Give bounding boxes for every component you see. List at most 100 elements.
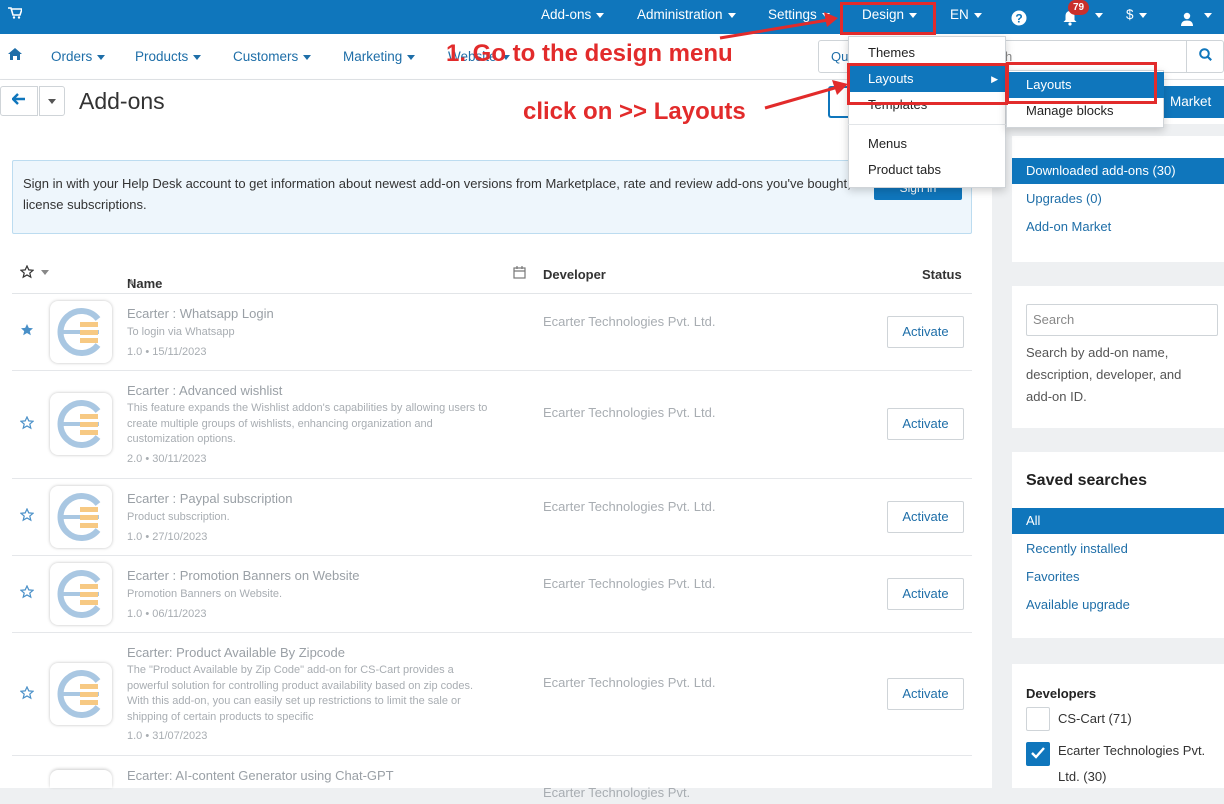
- filter-addon-market[interactable]: Add-on Market: [1012, 214, 1224, 240]
- developers-title: Developers: [1026, 686, 1097, 701]
- activate-button[interactable]: Activate: [887, 316, 964, 348]
- table-header: Name ▲ Developer Status: [12, 258, 972, 294]
- check-icon: [1031, 747, 1045, 759]
- topnav-addons[interactable]: Add-ons: [541, 0, 605, 34]
- cart-icon[interactable]: [8, 7, 24, 22]
- annotation-step1: 1. Go to the design menu: [446, 40, 733, 67]
- activate-button[interactable]: Activate: [887, 501, 964, 533]
- filter-downloaded[interactable]: Downloaded add-ons (30): [1012, 158, 1224, 184]
- toolbar-button[interactable]: [828, 86, 848, 118]
- addon-version-date: 1.0 • 31/07/2023: [127, 730, 208, 742]
- caret-down-icon[interactable]: [41, 270, 49, 275]
- topnav-currency[interactable]: $: [1126, 0, 1147, 34]
- nav-label: Orders: [51, 49, 93, 64]
- star-filled-icon[interactable]: [20, 323, 34, 341]
- sort-asc-icon: ▲: [127, 276, 136, 286]
- addon-description: The "Product Available by Zip Code" add-…: [127, 664, 474, 723]
- star-icon[interactable]: [19, 584, 35, 603]
- activate-button[interactable]: Activate: [887, 408, 964, 440]
- table-row: Ecarter : Paypal subscription Product su…: [12, 479, 972, 556]
- table-row: Ecarter : Advanced wishlist This feature…: [12, 371, 972, 479]
- activate-button[interactable]: Activate: [887, 578, 964, 610]
- search-help-text: Search by add-on name, description, deve…: [1026, 345, 1182, 404]
- addon-logo: [50, 770, 112, 788]
- calendar-icon[interactable]: [513, 266, 526, 282]
- addon-name[interactable]: Ecarter : Promotion Banners on Website: [127, 568, 359, 583]
- caret-down-icon: [596, 12, 605, 18]
- star-icon[interactable]: [19, 415, 35, 434]
- arrow-left-icon: [11, 93, 25, 105]
- topnav-administration[interactable]: Administration: [637, 0, 736, 34]
- home-icon[interactable]: [8, 48, 22, 63]
- back-button[interactable]: [0, 86, 38, 116]
- svg-text:?: ?: [1015, 12, 1022, 26]
- col-developer[interactable]: Developer: [543, 267, 606, 282]
- addon-version-date: 1.0 • 15/11/2023: [127, 346, 207, 358]
- table-row: Ecarter : Whatsapp Login To login via Wh…: [12, 294, 972, 371]
- col-status: Status: [922, 267, 962, 282]
- nav-products[interactable]: Products: [135, 49, 202, 64]
- saved-search-recent[interactable]: Recently installed: [1012, 536, 1224, 562]
- saved-search-upgrade[interactable]: Available upgrade: [1012, 592, 1224, 618]
- star-icon[interactable]: [19, 507, 35, 526]
- developer-checkbox[interactable]: [1026, 707, 1050, 731]
- menu-divider: [848, 124, 1006, 125]
- caret-down-icon: [1138, 12, 1147, 18]
- addon-developer: Ecarter Technologies Pvt. Ltd.: [543, 576, 716, 591]
- addon-logo: [50, 663, 112, 725]
- addon-version-date: 1.0 • 06/11/2023: [127, 608, 207, 620]
- topnav-settings[interactable]: Settings: [768, 0, 830, 34]
- info-notice: Sign in with your Help Desk account to g…: [12, 160, 972, 234]
- addon-name[interactable]: Ecarter : Whatsapp Login: [127, 306, 274, 321]
- addon-name[interactable]: Ecarter : Advanced wishlist: [127, 383, 282, 398]
- caret-down-icon[interactable]: [1090, 0, 1103, 34]
- back-dropdown-button[interactable]: [39, 86, 65, 116]
- page-title: Add-ons: [79, 88, 165, 114]
- addon-description: This feature expands the Wishlist addon'…: [127, 402, 488, 445]
- search-button[interactable]: [1186, 40, 1224, 73]
- info-text: Sign in with your Help Desk account to g…: [23, 176, 952, 212]
- annotation-step2: click on >> Layouts: [523, 98, 746, 125]
- addon-logo: [50, 393, 112, 455]
- menu-item-menus[interactable]: Menus: [848, 131, 1006, 157]
- caret-down-icon: [97, 54, 106, 60]
- nav-customers[interactable]: Customers: [233, 49, 312, 64]
- caret-down-icon: [727, 12, 736, 18]
- topnav-label: Administration: [637, 7, 723, 22]
- caret-down-icon: [303, 54, 312, 60]
- caret-down-icon: [48, 99, 56, 105]
- caret-down-icon[interactable]: [1199, 0, 1212, 34]
- topnav-language[interactable]: EN: [950, 0, 982, 34]
- addon-name[interactable]: Ecarter : Paypal subscription: [127, 491, 292, 506]
- saved-search-favorites[interactable]: Favorites: [1012, 564, 1224, 590]
- addon-search-input[interactable]: Search: [1026, 304, 1218, 336]
- highlight-box-layouts: [847, 63, 1008, 105]
- table-row: Ecarter: Product Available By Zipcode Th…: [12, 633, 972, 756]
- addon-version-date: 1.0 • 27/10/2023: [127, 531, 208, 543]
- developer-checkbox-checked[interactable]: [1026, 742, 1050, 766]
- filter-upgrades[interactable]: Upgrades (0): [1012, 186, 1224, 212]
- search-prefix: Qu: [831, 49, 849, 64]
- addon-name[interactable]: Ecarter: AI-content Generator using Chat…: [127, 768, 394, 783]
- addon-logo: [50, 486, 112, 548]
- addon-developer: Ecarter Technologies Pvt. Ltd.: [543, 405, 716, 420]
- saved-search-all[interactable]: All: [1012, 508, 1224, 534]
- star-icon[interactable]: [19, 685, 35, 704]
- addon-description: To login via Whatsapp: [127, 326, 235, 338]
- developer-label: Ecarter Technologies Pvt. Ltd. (30): [1058, 743, 1206, 784]
- top-bar: [0, 0, 1224, 34]
- caret-down-icon: [407, 54, 416, 60]
- highlight-box-design: [840, 2, 936, 35]
- developer-label: CS-Cart (71): [1058, 711, 1132, 726]
- topnav-label: Settings: [768, 7, 817, 22]
- nav-marketing[interactable]: Marketing: [343, 49, 416, 64]
- activate-button[interactable]: Activate: [887, 678, 964, 710]
- nav-orders[interactable]: Orders: [51, 49, 106, 64]
- addon-developer: Ecarter Technologies Pvt. Ltd.: [543, 675, 716, 690]
- addon-developer: Ecarter Technologies Pvt. Ltd.: [543, 314, 716, 329]
- star-icon[interactable]: [19, 264, 35, 282]
- addon-name[interactable]: Ecarter: Product Available By Zipcode: [127, 645, 345, 660]
- notification-badge: 79: [1068, 0, 1090, 15]
- topnav-label: EN: [950, 7, 969, 22]
- menu-item-product-tabs[interactable]: Product tabs: [848, 157, 1006, 183]
